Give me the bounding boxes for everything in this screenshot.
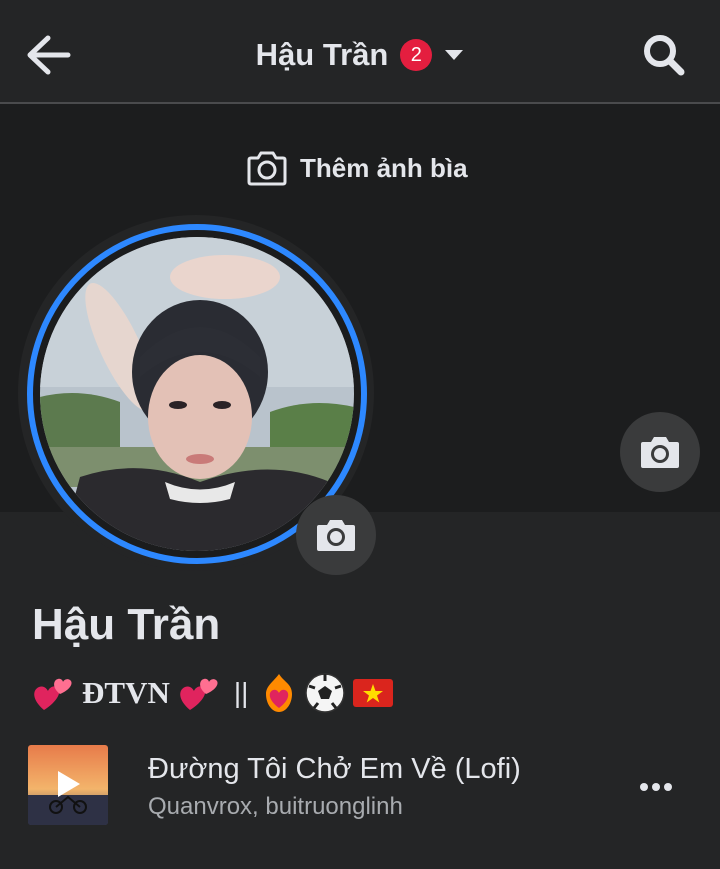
bio-separator: || [233,677,249,708]
profile-switcher[interactable]: Hậu Trần 2 [0,30,720,80]
bio-text: ĐTVN [82,675,170,710]
caret-down-icon [445,50,464,60]
song-thumbnail[interactable] [28,745,108,825]
profile-photo-illustration [40,237,354,551]
song-title[interactable]: Đường Tôi Chở Em Về (Lofi) [148,753,521,786]
heart-on-fire-icon [266,674,293,712]
add-cover-label: Thêm ảnh bìa [300,152,468,183]
search-icon [644,35,685,76]
search-button[interactable] [636,28,692,82]
profile-bio: ĐTVN || [30,668,394,718]
more-options-button[interactable] [634,767,678,807]
profile-picture[interactable] [40,237,354,551]
profile-name: Hậu Trần [32,600,221,649]
profile-music: Đường Tôi Chở Em Về (Lofi) Quanvrox, bui… [28,745,692,827]
song-artists: Quanvrox, buitruonglinh [148,793,403,820]
page-title: Hậu Trần [255,37,389,72]
camera-icon [247,151,287,186]
camera-icon [317,520,355,551]
more-horizontal-icon [640,783,672,791]
cover-camera-button[interactable] [620,412,700,492]
two-hearts-icon [180,678,218,710]
album-art [28,745,108,825]
avatar-camera-button[interactable] [296,495,376,575]
notification-badge: 2 [400,39,433,71]
soccer-ball-icon [305,673,346,713]
vietnam-flag-icon [353,679,394,707]
top-bar: Hậu Trần 2 [0,0,720,104]
camera-icon [641,437,679,468]
two-hearts-icon [34,678,72,710]
add-cover-photo-button[interactable]: Thêm ảnh bìa [246,146,468,190]
